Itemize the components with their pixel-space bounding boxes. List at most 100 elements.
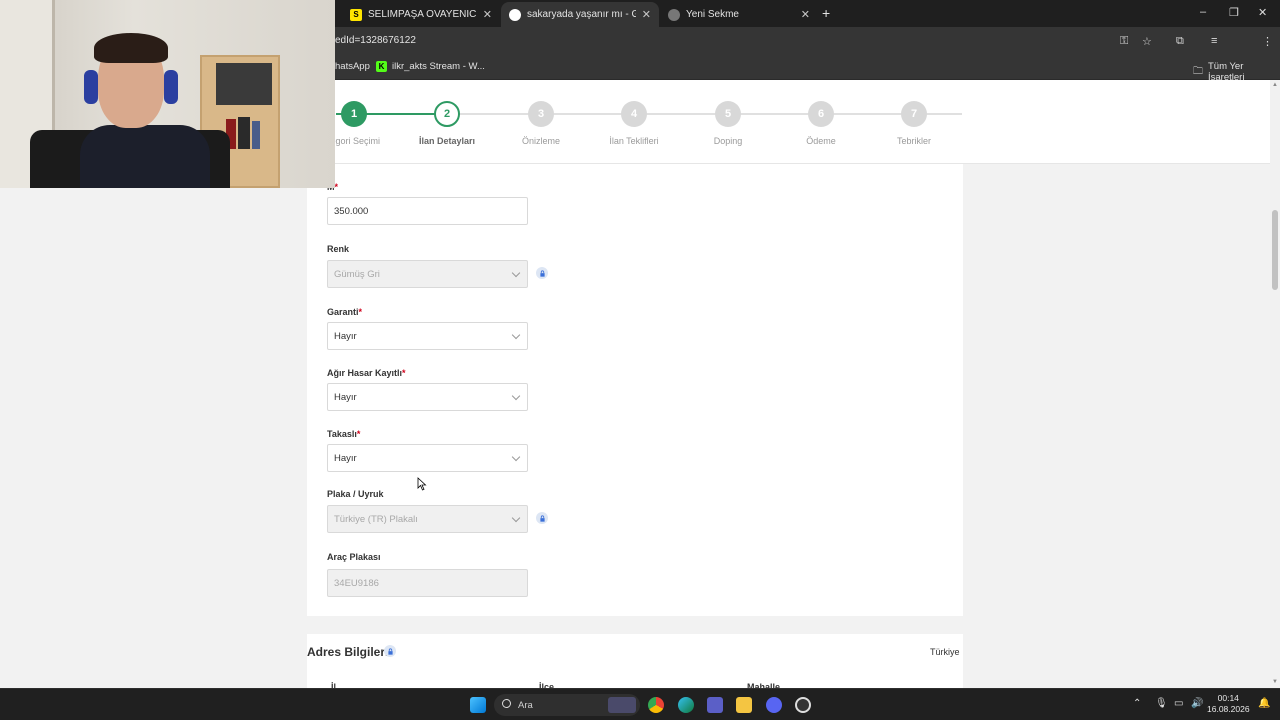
garanti-label: Garanti*: [327, 307, 362, 317]
arac-plakasi-value: 34EU9186: [334, 577, 379, 589]
webcam-person-body: [80, 125, 210, 188]
address-title-text: Adres Bilgileri: [307, 645, 389, 659]
step-6: 6 Ödeme: [771, 101, 871, 146]
step-5: 5 Doping: [678, 101, 778, 146]
step-label: Tebrikler: [896, 136, 931, 146]
scroll-down-icon[interactable]: ▼: [1272, 679, 1278, 685]
takasli-select[interactable]: Hayır: [327, 444, 528, 472]
bookmark-label: ilkr_akts Stream - W...: [392, 61, 485, 72]
required-mark: *: [356, 429, 361, 439]
browser-menu-icon[interactable]: ⋮: [1262, 35, 1273, 48]
step-number: 2: [434, 101, 460, 127]
new-tab-button[interactable]: +: [822, 5, 830, 21]
step-number: 5: [715, 101, 741, 127]
browser-tab-1[interactable]: S SELİMPAŞA OVAYENİCE 40 DÖ ✕: [342, 2, 500, 27]
plaka-uyruk-label: Plaka / Uyruk: [327, 489, 384, 499]
lock-icon: [384, 645, 396, 657]
browser-tab-3[interactable]: Yeni Sekme ✕: [660, 2, 818, 27]
step-label: İlan Teklifleri: [609, 136, 659, 146]
volume-icon[interactable]: 🔊: [1191, 698, 1203, 709]
chevron-down-icon: [511, 513, 521, 523]
arac-plakasi-input: 34EU9186: [327, 569, 528, 597]
takasli-label-text: Takaslı: [327, 429, 357, 439]
renk-value: Gümüş Gri: [334, 268, 380, 280]
scrollbar-thumb[interactable]: [1272, 210, 1278, 290]
tab-title: Yeni Sekme: [686, 9, 739, 20]
required-mark: *: [402, 368, 406, 378]
app-icon[interactable]: [795, 697, 811, 713]
teams-icon[interactable]: [707, 697, 723, 713]
headphone-left: [84, 70, 98, 104]
mouse-cursor-icon: [417, 477, 427, 491]
webcam-poster: [216, 63, 272, 105]
password-key-icon[interactable]: ⚿: [1120, 35, 1128, 48]
tab-title: SELİMPAŞA OVAYENİCE 40 DÖ: [368, 9, 477, 20]
chevron-down-icon: [511, 391, 521, 401]
close-window-icon[interactable]: ✕: [1258, 6, 1267, 19]
required-mark: *: [358, 307, 363, 317]
step-3: 3 Önizleme: [491, 101, 591, 146]
step-label: Doping: [713, 136, 743, 146]
garanti-select[interactable]: Hayır: [327, 322, 528, 350]
webcam-book: [238, 117, 250, 149]
km-value: 350.000: [334, 205, 369, 217]
step-4: 4 İlan Teklifleri: [584, 101, 684, 146]
chrome-icon[interactable]: [648, 697, 664, 713]
page-scrollbar[interactable]: [1270, 80, 1280, 688]
media-controls-icon[interactable]: ≡: [1211, 35, 1217, 47]
file-explorer-icon[interactable]: [736, 697, 752, 713]
search-icon: [502, 699, 511, 708]
discord-icon[interactable]: [766, 697, 782, 713]
bookmark-kick-stream[interactable]: K ilkr_akts Stream - W...: [376, 61, 485, 72]
close-tab-icon[interactable]: ✕: [801, 8, 810, 21]
edge-icon[interactable]: [678, 697, 694, 713]
km-input[interactable]: 350.000: [327, 197, 528, 225]
tab-title: sakaryada yaşanır mı - Google': [527, 9, 636, 20]
lock-icon: [536, 512, 548, 524]
bookmark-label: hatsApp: [335, 61, 370, 72]
windows-taskbar: Ara ⌃ 🎙 ▭ 🔊 00:14 16.08.2026 🔔: [0, 688, 1280, 720]
close-tab-icon[interactable]: ✕: [483, 8, 492, 21]
chevron-down-icon: [511, 268, 521, 278]
agir-hasar-label: Ağır Hasar Kayıtlı*: [327, 368, 406, 378]
close-tab-icon[interactable]: ✕: [642, 8, 651, 21]
address-section-title: Adres Bilgileri: [307, 645, 388, 659]
kick-icon: K: [376, 61, 387, 72]
clock-date: 16.08.2026: [1207, 704, 1250, 714]
search-placeholder: Ara: [518, 699, 533, 711]
bookmark-whatsapp[interactable]: hatsApp: [335, 61, 370, 72]
network-icon[interactable]: ▭: [1174, 698, 1183, 709]
step-label: Ödeme: [806, 136, 836, 146]
headphone-right: [164, 70, 178, 104]
step-number: 1: [341, 101, 367, 127]
browser-tab-2[interactable]: sakaryada yaşanır mı - Google' ✕: [501, 2, 659, 27]
search-highlight-icon: [608, 697, 636, 713]
address-card: [307, 634, 963, 688]
taskbar-clock[interactable]: 00:14 16.08.2026: [1207, 693, 1250, 715]
chrome-favicon-icon: [668, 8, 680, 21]
webcam-person-hair: [94, 33, 168, 63]
step-7: 7 Tebrikler: [864, 101, 964, 146]
windows-start-icon[interactable]: [470, 697, 486, 713]
scroll-up-icon[interactable]: ▲: [1272, 82, 1278, 88]
step-2: 2 İlan Detayları: [397, 101, 497, 146]
tray-overflow-icon[interactable]: ⌃: [1133, 698, 1141, 709]
notifications-icon[interactable]: 🔔: [1258, 698, 1270, 709]
garanti-label-text: Garanti: [327, 307, 359, 317]
chevron-down-icon: [511, 452, 521, 462]
step-number: 3: [528, 101, 554, 127]
google-favicon-icon: [509, 8, 521, 21]
plaka-uyruk-select: Türkiye (TR) Plakalı: [327, 505, 528, 533]
extensions-icon[interactable]: ⧉: [1176, 35, 1184, 48]
renk-select: Gümüş Gri: [327, 260, 528, 288]
agir-hasar-select[interactable]: Hayır: [327, 383, 528, 411]
country-label: Türkiye: [930, 647, 960, 657]
chevron-down-icon: [511, 330, 521, 340]
restore-icon[interactable]: ❐: [1229, 6, 1239, 19]
minimize-icon[interactable]: –: [1200, 6, 1206, 18]
step-number: 7: [901, 101, 927, 127]
microphone-icon[interactable]: 🎙: [1155, 698, 1168, 709]
lock-icon: [536, 267, 548, 279]
bookmark-star-icon[interactable]: ☆: [1142, 35, 1152, 48]
url-input[interactable]: edId=1328676122: [335, 35, 416, 46]
